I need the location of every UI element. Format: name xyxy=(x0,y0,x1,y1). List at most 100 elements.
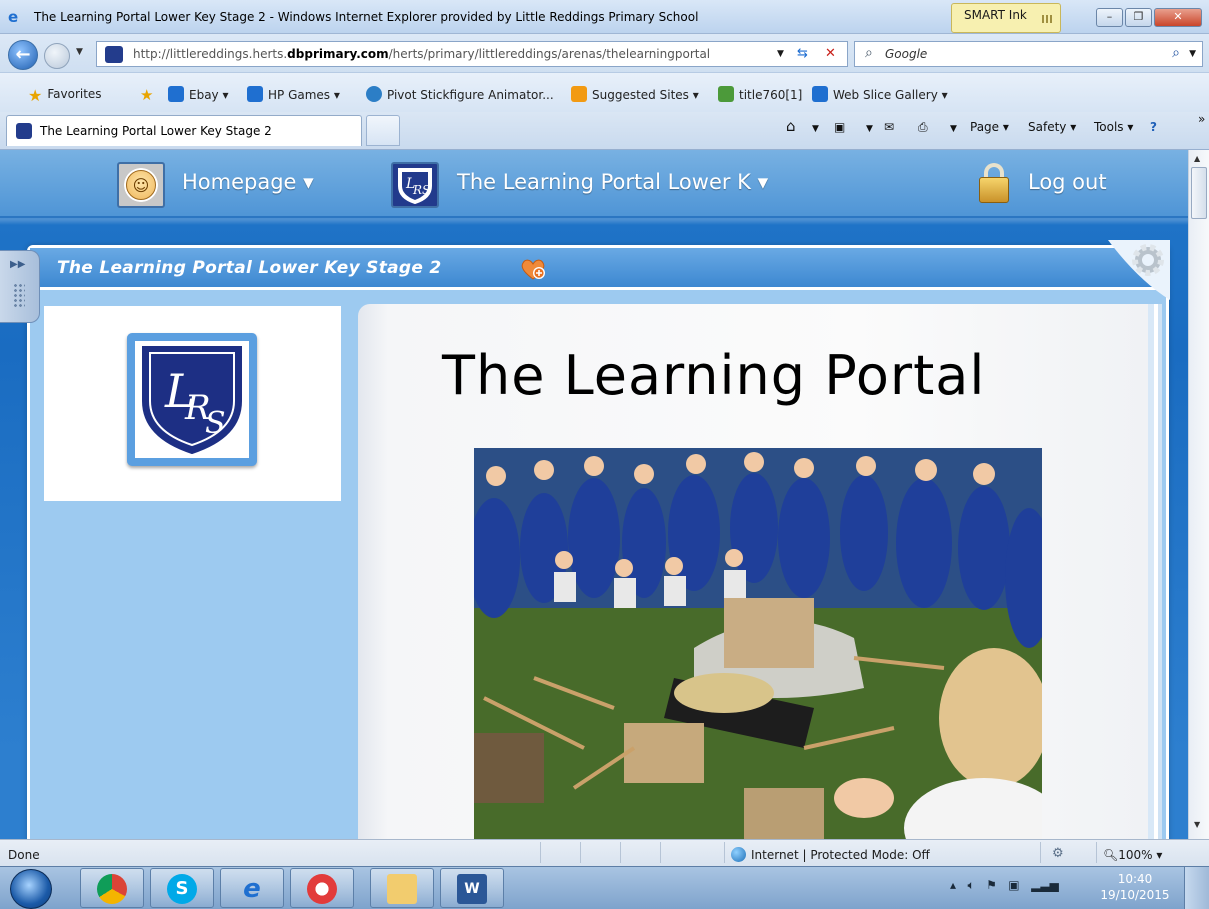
school-logo: L R S xyxy=(127,333,257,466)
search-icon: ⌕ xyxy=(865,45,873,61)
favourite-heart-icon[interactable] xyxy=(520,258,546,280)
restore-button[interactable]: ❐ xyxy=(1125,8,1152,27)
ie-page-icon xyxy=(168,86,184,102)
search-go-icon[interactable]: ⌕ xyxy=(1172,45,1180,61)
settings-gear-icon[interactable] xyxy=(1108,240,1170,300)
back-button[interactable]: ← xyxy=(8,40,38,70)
add-favorite-button[interactable]: ★ xyxy=(140,86,158,104)
favorite-suggested-sites[interactable]: Suggested Sites ▾ xyxy=(571,86,699,102)
taskbar-chrome[interactable] xyxy=(80,868,144,908)
school-crest-icon: L R S xyxy=(135,341,249,458)
site-favicon-icon xyxy=(105,46,123,63)
taskbar-internet-explorer[interactable]: e xyxy=(220,868,284,908)
smiley-icon: ☺ xyxy=(126,170,156,200)
site-top-nav: ☺ Homepage ▾ L RS The Learning Portal Lo… xyxy=(0,150,1188,218)
url-text[interactable]: http://littlereddings.herts.dbprimary.co… xyxy=(133,47,710,61)
show-desktop-button[interactable] xyxy=(1184,867,1209,909)
school-crest-icon: L RS xyxy=(398,168,432,205)
refresh-icon[interactable]: ⇆ xyxy=(797,46,808,61)
lock-icon[interactable] xyxy=(979,163,1009,203)
children-photo-image xyxy=(474,448,1042,839)
skype-icon: S xyxy=(167,874,197,904)
svg-text:RS: RS xyxy=(412,183,430,197)
security-zone[interactable]: Internet | Protected Mode: Off xyxy=(731,847,930,862)
stop-icon[interactable]: ✕ xyxy=(825,46,836,61)
address-bar[interactable]: http://littlereddings.herts.dbprimary.co… xyxy=(96,41,848,67)
logout-link[interactable]: Log out xyxy=(1028,170,1107,194)
add-to-favorites-icon: ★ xyxy=(140,86,154,104)
homepage-menu[interactable]: Homepage ▾ xyxy=(182,170,314,194)
tools-menu[interactable]: Tools ▾ xyxy=(1094,120,1133,134)
ie-page-icon xyxy=(812,86,828,102)
scroll-up-icon[interactable]: ▲ xyxy=(1194,154,1200,163)
star-icon: ★ xyxy=(28,86,43,105)
folder-icon xyxy=(387,874,417,904)
logo-panel: L R S xyxy=(44,306,341,501)
vertical-scrollbar[interactable]: ▲ ▼ xyxy=(1188,150,1209,839)
taskbar-word[interactable]: W xyxy=(440,868,504,908)
safety-menu[interactable]: Safety ▾ xyxy=(1028,120,1076,134)
search-dropdown-icon[interactable]: ▼ xyxy=(1189,49,1196,59)
svg-text:S: S xyxy=(205,406,226,441)
grip-icon[interactable] xyxy=(1042,15,1052,23)
new-tab-button[interactable] xyxy=(366,115,400,146)
chrome-icon xyxy=(97,874,127,904)
favorite-ebay[interactable]: Ebay ▾ xyxy=(168,86,229,102)
frame-title: The Learning Portal Lower Key Stage 2 xyxy=(57,258,442,278)
portal-tile[interactable]: L RS xyxy=(391,162,439,208)
favorites-button[interactable]: ★ Favorites xyxy=(28,86,102,105)
class-photo xyxy=(474,448,1042,839)
recent-pages-dropdown-icon[interactable]: ▼ xyxy=(76,47,83,57)
record-icon xyxy=(307,874,337,904)
address-dropdown-icon[interactable]: ▼ xyxy=(777,49,784,59)
page-menu[interactable]: Page ▾ xyxy=(970,120,1009,134)
print-dropdown-icon[interactable]: ▼ xyxy=(950,124,957,134)
minimize-button[interactable]: – xyxy=(1096,8,1123,27)
close-button[interactable]: ✕ xyxy=(1154,8,1202,27)
favorite-hp-games[interactable]: HP Games ▾ xyxy=(247,86,340,102)
clock-date: 19/10/2015 xyxy=(1100,888,1170,902)
start-button[interactable] xyxy=(10,869,52,909)
taskbar-skype[interactable]: S xyxy=(150,868,214,908)
print-icon[interactable]: ⎙ xyxy=(918,120,928,135)
side-panel-handle[interactable]: ▶▶ xyxy=(0,250,40,323)
word-icon: W xyxy=(457,874,487,904)
status-bar: Done Internet | Protected Mode: Off ⚙ 🔍︎… xyxy=(0,839,1209,866)
status-text: Done xyxy=(8,848,40,862)
taskbar-explorer[interactable] xyxy=(370,868,434,908)
feeds-dropdown-icon[interactable]: ▼ xyxy=(866,124,873,134)
system-tray[interactable]: ▴ 🔈︎ ⚑ ▣ ▂▃▅ xyxy=(950,878,1059,893)
scroll-down-icon[interactable]: ▼ xyxy=(1194,820,1200,829)
zoom-level[interactable]: 🔍︎100% ▾ xyxy=(1103,848,1162,862)
protected-mode-icon[interactable]: ⚙ xyxy=(1052,846,1064,861)
tab-learning-portal[interactable]: The Learning Portal Lower Key Stage 2 xyxy=(6,115,362,146)
search-input[interactable]: Google xyxy=(885,47,927,61)
favorite-pivot[interactable]: Pivot Stickfigure Animator... xyxy=(366,86,554,102)
grip-dots-icon xyxy=(13,283,25,309)
favorite-title760[interactable]: title760[1] xyxy=(718,86,802,102)
home-icon[interactable]: ⌂ xyxy=(786,117,796,135)
ie-logo-icon: e xyxy=(8,8,19,26)
homepage-tile[interactable]: ☺ xyxy=(117,162,165,208)
search-box[interactable]: ⌕ Google ⌕ ▼ xyxy=(854,41,1203,67)
smart-ink-toolbar[interactable]: SMART Ink xyxy=(951,3,1061,33)
favorite-web-slice-gallery[interactable]: Web Slice Gallery ▾ xyxy=(812,86,948,102)
taskbar-recorder[interactable] xyxy=(290,868,354,908)
clock[interactable]: 10:40 19/10/2015 xyxy=(1100,871,1170,903)
globe-icon xyxy=(731,847,746,862)
clock-time: 10:40 xyxy=(1117,872,1153,886)
frame-header: The Learning Portal Lower Key Stage 2 xyxy=(30,240,1170,300)
mail-icon[interactable]: ✉ xyxy=(884,120,894,134)
pivot-icon xyxy=(366,86,382,102)
window-title: The Learning Portal Lower Key Stage 2 - … xyxy=(34,10,699,24)
home-dropdown-icon[interactable]: ▼ xyxy=(812,124,819,134)
page-viewport: ☺ Homepage ▾ L RS The Learning Portal Lo… xyxy=(0,150,1188,839)
help-icon[interactable]: ? xyxy=(1150,120,1157,134)
scroll-thumb[interactable] xyxy=(1191,167,1207,219)
tab-label: The Learning Portal Lower Key Stage 2 xyxy=(40,124,272,138)
feeds-icon[interactable]: ▣ xyxy=(834,120,845,134)
forward-button[interactable] xyxy=(44,43,70,69)
more-commands-button[interactable]: » xyxy=(1198,112,1205,126)
portal-menu[interactable]: The Learning Portal Lower K ▾ xyxy=(457,170,768,194)
suggested-sites-icon xyxy=(571,86,587,102)
